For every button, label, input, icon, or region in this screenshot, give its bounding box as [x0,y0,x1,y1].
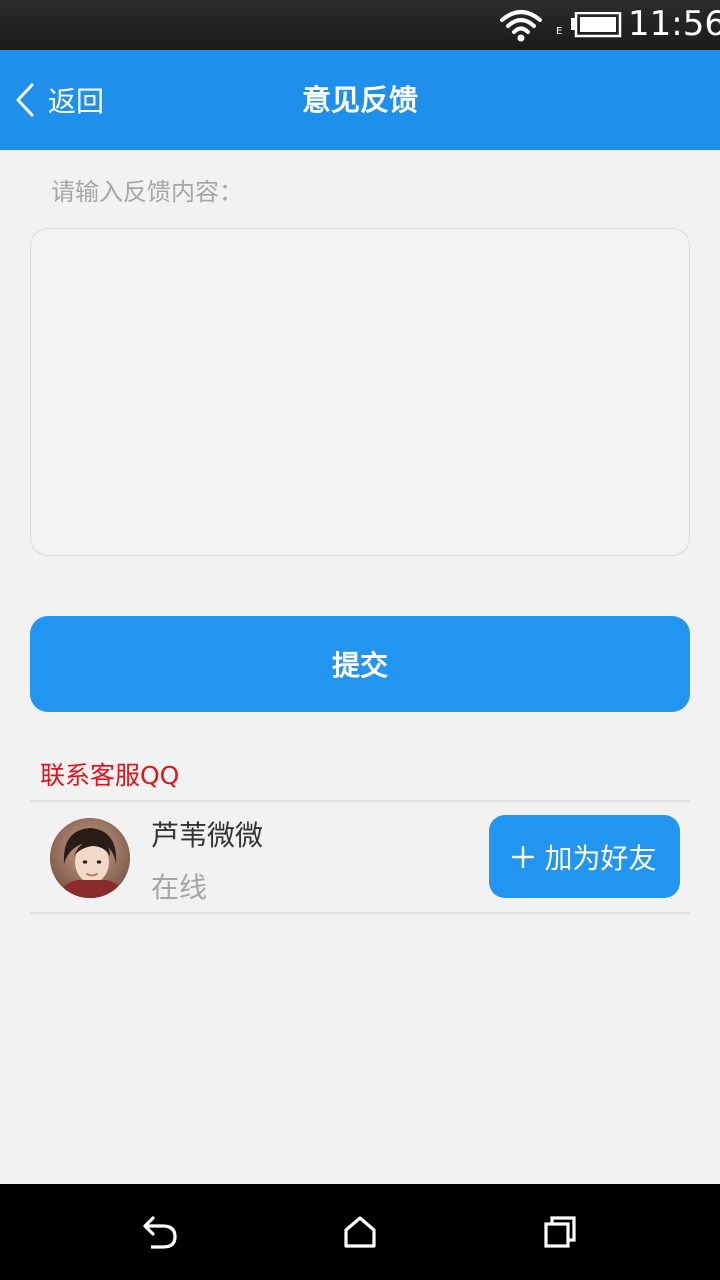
home-nav-icon[interactable] [340,1212,380,1252]
app-bar: 意见反馈 返回 [0,50,720,150]
clock: 11:56 [628,4,720,44]
add-friend-button[interactable]: 加为好友 [489,815,680,898]
contact-name: 芦苇微微 [151,819,264,852]
back-label: 返回 [48,85,105,118]
network-type-label: E [556,26,563,37]
contact-status: 在线 [151,871,208,904]
plus-icon [512,841,535,873]
back-nav-icon[interactable] [140,1212,180,1252]
contact-row: 芦苇微微 在线 加为好友 [30,802,690,912]
feedback-label: 请输入反馈内容： [51,178,243,206]
battery-icon [570,11,622,42]
back-button[interactable]: 返回 [14,72,144,128]
recents-nav-icon[interactable] [540,1212,580,1252]
wifi-icon [500,8,542,46]
avatar [50,818,130,898]
chevron-left-icon [14,82,36,118]
feedback-textarea[interactable] [30,228,690,556]
contact-section-title: 联系客服QQ [40,761,180,790]
add-friend-label: 加为好友 [544,841,657,875]
status-bar: E 11:56 [0,0,720,50]
divider [30,912,690,914]
submit-button[interactable]: 提交 [30,616,690,712]
system-nav-bar [0,1184,720,1280]
